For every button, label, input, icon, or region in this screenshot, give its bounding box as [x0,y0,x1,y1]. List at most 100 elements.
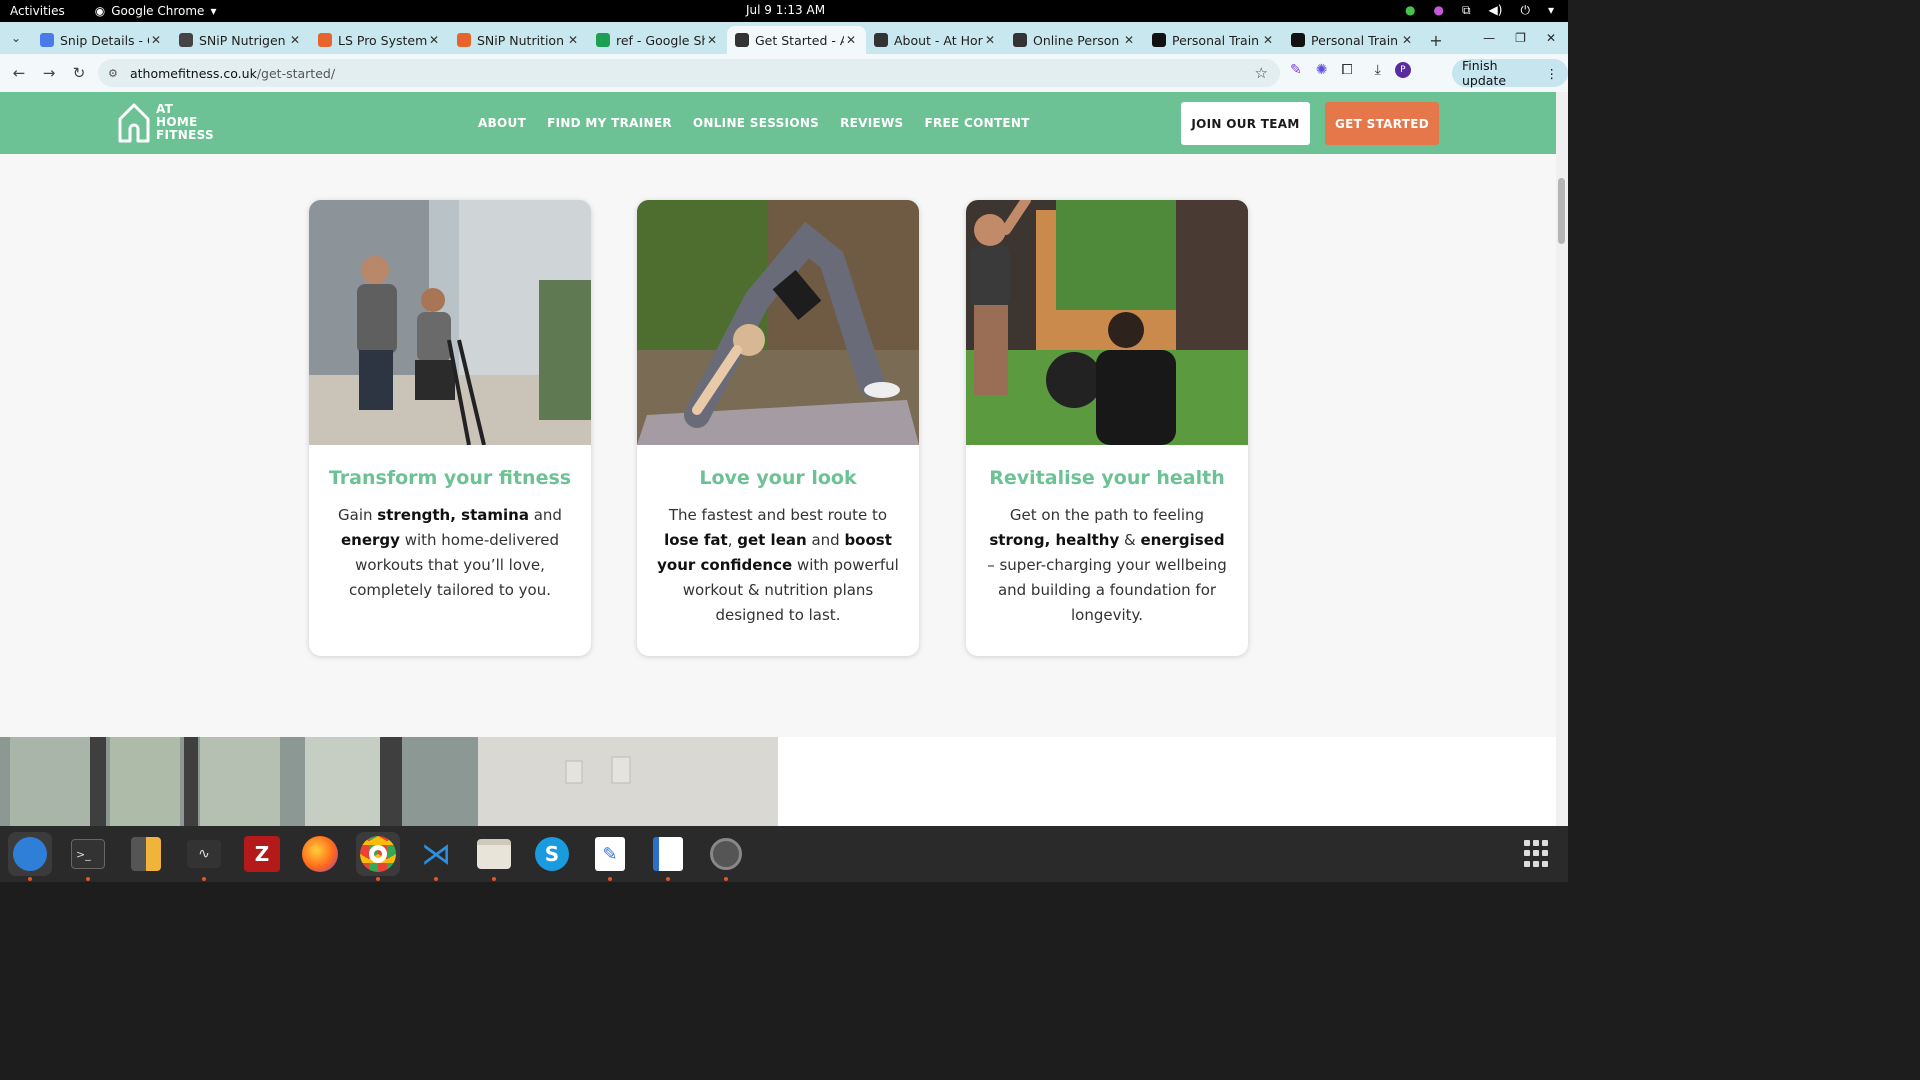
grid-dot [1542,840,1548,846]
browser-tab[interactable]: About - At Hor ✕ [866,26,1005,54]
browser-tab[interactable]: Online Person ✕ [1005,26,1144,54]
terminal-icon: >_ [71,839,105,869]
close-icon[interactable]: ✕ [1546,31,1556,45]
dock-skype[interactable]: S [530,832,574,876]
dock-chrome[interactable] [356,832,400,881]
profile-avatar[interactable]: P [1394,62,1411,78]
back-button[interactable]: ← [4,64,34,82]
browser-tab[interactable]: Snip Details - C ✕ [32,26,171,54]
tab-close-icon[interactable]: ✕ [705,33,719,47]
benefit-card-look: Love your look The fastest and best rout… [637,200,919,656]
browser-tab[interactable]: SNiP Nutrition ✕ [449,26,588,54]
clock[interactable]: Jul 9 1:13 AM [746,3,825,17]
extensions-puzzle-icon[interactable]: ⧠ [1341,62,1352,78]
address-bar[interactable]: ⚙ athomefitness.co.uk/get-started/ ☆ [98,59,1280,87]
app-menu[interactable]: ◉ Google Chrome ▾ [95,4,217,18]
tab-search-button[interactable]: ⌄ [0,22,32,54]
card-body-emphasis: strength, stamina [377,506,529,524]
scrollbar-thumb[interactable] [1558,178,1565,244]
restore-icon[interactable]: ❐ [1515,31,1526,45]
dock-firefox[interactable] [298,832,342,876]
downloads-icon[interactable]: ⤓ [1375,62,1381,78]
card-body-emphasis: lose fat [664,531,728,549]
dock-thunderbird[interactable] [8,832,52,881]
browser-tab[interactable]: LS Pro System ✕ [310,26,449,54]
url-domain: athomefitness.co.uk [130,65,257,81]
tab-close-icon[interactable]: ✕ [1122,33,1136,47]
nav-free-content[interactable]: FREE CONTENT [924,116,1029,130]
finish-update-button[interactable]: Finish update ⋮ [1452,58,1568,88]
sparkle-extension-icon[interactable]: ✺ [1316,62,1328,78]
card-body-text: Gain [338,506,378,524]
nav-about[interactable]: ABOUT [478,116,526,130]
dock-vscode[interactable]: ⋊ [414,832,458,881]
activities-button[interactable]: Activities [0,4,65,18]
tab-close-icon[interactable]: ✕ [427,33,441,47]
benefit-card-fitness: Transform your fitness Gain strength, st… [309,200,591,656]
benefit-card-health: Revitalise your health Get on the path t… [966,200,1248,656]
vscode-icon: ⋊ [421,836,451,872]
shield-check-icon: ● [1405,3,1416,17]
browser-tab[interactable]: Personal Train ✕ [1283,26,1422,54]
dock-terminal[interactable]: >_ [66,832,110,881]
show-apps-grid-icon[interactable] [1524,840,1552,868]
tab-close-icon[interactable]: ✕ [983,33,997,47]
browser-tab[interactable]: Get Started - A ✕ [727,26,866,54]
forward-button[interactable]: → [34,64,64,82]
running-indicator [724,877,728,881]
dock-text-editor[interactable]: ✎ [588,832,632,881]
browser-tab[interactable]: ref - Google Sh ✕ [588,26,727,54]
join-our-team-button[interactable]: JOIN OUR TEAM [1181,102,1310,145]
firefox-icon [302,836,338,872]
google-docs-icon [40,33,54,47]
card-title: Love your look [699,467,857,489]
tab-close-icon[interactable]: ✕ [149,33,163,47]
browser-tab[interactable]: Personal Train ✕ [1144,26,1283,54]
site-settings-icon[interactable]: ⚙ [108,67,124,80]
fs-logo-icon [1291,33,1305,47]
minimize-icon[interactable]: — [1483,31,1495,45]
reload-button[interactable]: ↻ [64,64,94,82]
system-tray[interactable]: ● ● ⧉ ◀) ⏻ ▾ [1405,3,1554,18]
snip-nutrition-icon [457,33,471,47]
page-scrollbar[interactable] [1556,92,1568,826]
tab-close-icon[interactable]: ✕ [1261,33,1275,47]
at-home-fitness-icon [1013,33,1027,47]
tab-close-icon[interactable]: ✕ [288,33,302,47]
dock-calculator[interactable] [124,832,168,876]
tab-close-icon[interactable]: ✕ [566,33,580,47]
yoga-downward-dog-photo [637,200,919,445]
dock-filezilla[interactable]: Z [240,832,284,876]
new-tab-button[interactable]: + [1422,26,1450,54]
site-logo[interactable]: AT HOME FITNESS [116,101,214,143]
nav-online-sessions[interactable]: ONLINE SESSIONS [693,116,819,130]
running-indicator [666,877,670,881]
disk-icon [710,838,742,870]
browser-tab[interactable]: SNiP Nutrigen ✕ [171,26,310,54]
chevron-down-icon: ▾ [1547,3,1554,17]
tab-close-icon[interactable]: ✕ [1400,33,1414,47]
page-viewport: AT HOME FITNESS ABOUT FIND MY TRAINER ON… [0,92,1556,826]
nav-find-my-trainer[interactable]: FIND MY TRAINER [547,116,672,130]
logo-wordmark: AT HOME FITNESS [156,102,214,142]
pen-extension-icon[interactable]: ✎ [1290,62,1302,78]
running-indicator [608,877,612,881]
card-body-emphasis: energised [1140,531,1225,549]
logo-line: HOME [156,114,198,129]
bookmark-star-icon[interactable]: ☆ [1255,64,1268,82]
house-logo-icon [118,103,150,143]
dock-writer[interactable] [646,832,690,881]
tab-close-icon[interactable]: ✕ [844,33,858,47]
nav-reviews[interactable]: REVIEWS [840,116,903,130]
text-editor-icon: ✎ [595,837,625,871]
tab-title: LS Pro System [338,32,427,48]
google-sheets-icon [596,33,610,47]
calculator-icon [131,837,161,871]
chrome-icon [360,836,396,872]
chevron-down-icon: ▾ [210,4,217,18]
dock-files[interactable] [472,832,516,881]
get-started-button[interactable]: GET STARTED [1325,102,1439,145]
tab-strip: ⌄ Snip Details - C ✕ SNiP Nutrigen ✕ LS Pro … [0,22,1568,54]
dock-system-monitor[interactable]: ∿ [182,832,226,881]
dock-disk-utility[interactable] [704,832,748,881]
